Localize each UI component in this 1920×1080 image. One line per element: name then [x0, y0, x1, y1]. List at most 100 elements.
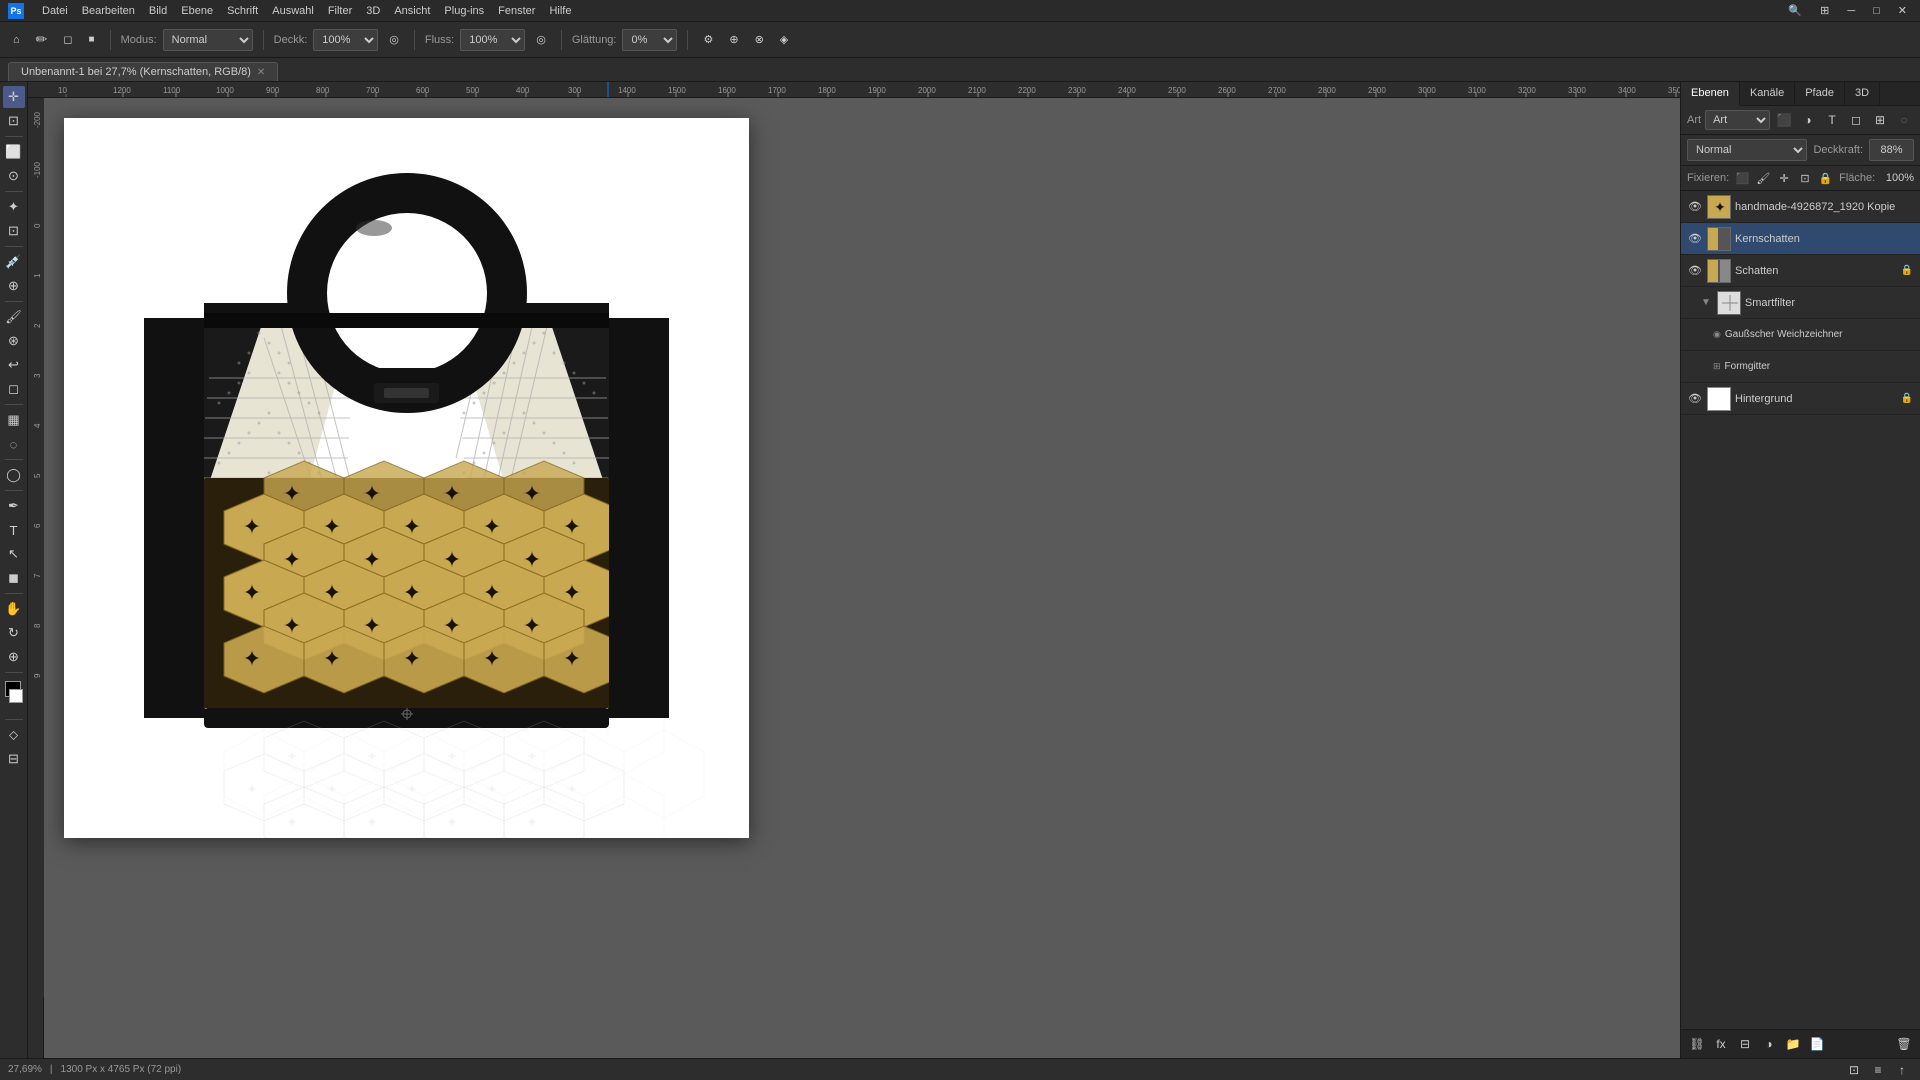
- spot-heal-tool[interactable]: ⊕: [3, 275, 25, 297]
- layer-vis-schatten[interactable]: 👁: [1687, 263, 1703, 279]
- flow-select[interactable]: 100%: [460, 29, 525, 51]
- blur-tool[interactable]: ◌: [3, 433, 25, 455]
- quick-select-tool[interactable]: ✦: [3, 196, 25, 218]
- properties-btn[interactable]: ≡: [1868, 1060, 1888, 1080]
- layer-vis-kernschatten[interactable]: 👁: [1687, 231, 1703, 247]
- tool-option-3[interactable]: ■: [84, 31, 100, 48]
- new-layer-btn[interactable]: 📄: [1807, 1034, 1827, 1054]
- lock-transparent-btn[interactable]: ⬛: [1735, 169, 1750, 187]
- layer-lock-hintergrund[interactable]: 🔒: [1900, 392, 1914, 406]
- lock-artboard-btn[interactable]: ⊡: [1798, 169, 1813, 187]
- menu-fenster[interactable]: Fenster: [498, 5, 535, 17]
- new-group-btn[interactable]: 📁: [1783, 1034, 1803, 1054]
- tab-pfade[interactable]: Pfade: [1795, 82, 1845, 105]
- layer-gauss[interactable]: ◉ Gaußscher Weichzeichner: [1681, 319, 1920, 351]
- lock-pixels-btn[interactable]: 🖌: [1756, 169, 1771, 187]
- filter-smart-btn[interactable]: ⊞: [1870, 110, 1890, 130]
- cc-share-btn[interactable]: ↑: [1892, 1060, 1912, 1080]
- menu-filter[interactable]: Filter: [328, 5, 352, 17]
- lock-position-btn[interactable]: ✛: [1777, 169, 1792, 187]
- layer-kernschatten[interactable]: 👁 Kernschatten: [1681, 223, 1920, 255]
- canvas-area[interactable]: ✦ ✦ ✦ ✦ ✦: [44, 98, 1680, 1058]
- text-tool[interactable]: T: [3, 519, 25, 541]
- opacity-input[interactable]: [1869, 139, 1914, 161]
- blend-mode-select[interactable]: Normal Multiplizieren Bildschirm: [1687, 139, 1807, 161]
- history-brush-tool[interactable]: ↩: [3, 354, 25, 376]
- minimize-btn[interactable]: ─: [1842, 1, 1860, 20]
- background-color[interactable]: [9, 689, 23, 703]
- document-tab[interactable]: Unbenannt-1 bei 27,7% (Kernschatten, RGB…: [8, 62, 278, 81]
- rotate-view-tool[interactable]: ↻: [3, 622, 25, 644]
- dodge-tool[interactable]: ◯: [3, 464, 25, 486]
- tool-option-2[interactable]: ◻: [58, 30, 77, 49]
- filter-toggle-btn[interactable]: ○: [1894, 110, 1914, 130]
- new-fill-btn[interactable]: ◑: [1759, 1034, 1779, 1054]
- menu-hilfe[interactable]: Hilfe: [549, 5, 571, 17]
- menu-bearbeiten[interactable]: Bearbeiten: [82, 5, 135, 17]
- menu-auswahl[interactable]: Auswahl: [272, 5, 314, 17]
- quick-mask-tool[interactable]: ⬦: [3, 724, 25, 746]
- extra-btn[interactable]: ◈: [775, 30, 793, 49]
- maximize-btn[interactable]: □: [1868, 1, 1885, 20]
- tab-close-btn[interactable]: ✕: [257, 67, 265, 78]
- move-tool[interactable]: ✛: [3, 86, 25, 108]
- screen-mode-tool[interactable]: ⊟: [3, 748, 25, 770]
- crop-tool[interactable]: ⊡: [3, 220, 25, 242]
- layer-lock-schatten[interactable]: 🔒: [1900, 264, 1914, 278]
- delete-layer-btn[interactable]: 🗑: [1894, 1034, 1914, 1054]
- menu-3d[interactable]: 3D: [366, 5, 380, 17]
- tab-3d[interactable]: 3D: [1845, 82, 1880, 105]
- mode-select[interactable]: Normal: [163, 29, 253, 51]
- deck-select[interactable]: 100%: [313, 29, 378, 51]
- zoom-tool[interactable]: ⊕: [3, 646, 25, 668]
- artboard-tool[interactable]: ⊡: [3, 110, 25, 132]
- flow-btn[interactable]: ◎: [531, 30, 551, 49]
- shape-tool[interactable]: ◼: [3, 567, 25, 589]
- filter-pixel-btn[interactable]: ⬛: [1774, 110, 1794, 130]
- filter-type-select[interactable]: Art Name Effekt: [1705, 110, 1770, 130]
- layer-smartfilter[interactable]: ▼ Smartfilter: [1681, 287, 1920, 319]
- filter-adjust-btn[interactable]: ◑: [1798, 110, 1818, 130]
- tab-kanaele[interactable]: Kanäle: [1740, 82, 1795, 105]
- settings-btn[interactable]: ⚙: [698, 30, 718, 49]
- lasso-tool[interactable]: ⊙: [3, 165, 25, 187]
- layer-vis-hintergrund[interactable]: 👁: [1687, 391, 1703, 407]
- search-btn[interactable]: 🔍: [1783, 1, 1807, 20]
- timeline-btn[interactable]: ⊡: [1844, 1060, 1864, 1080]
- menu-schrift[interactable]: Schrift: [227, 5, 258, 17]
- menu-ebene[interactable]: Ebene: [181, 5, 213, 17]
- brush-tool-option[interactable]: ✏: [31, 28, 53, 51]
- filter-shape-btn[interactable]: ◻: [1846, 110, 1866, 130]
- layer-formgitter[interactable]: ⊞ Formgitter: [1681, 351, 1920, 383]
- symmetry-btn[interactable]: ⊗: [750, 30, 769, 49]
- close-btn[interactable]: ✕: [1893, 1, 1912, 20]
- gradient-tool[interactable]: ▦: [3, 409, 25, 431]
- menu-ansicht[interactable]: Ansicht: [394, 5, 430, 17]
- menu-bild[interactable]: Bild: [149, 5, 167, 17]
- add-style-btn[interactable]: fx: [1711, 1034, 1731, 1054]
- menu-datei[interactable]: Datei: [42, 5, 68, 17]
- layer-handmade[interactable]: 👁 ✦ handmade-4926872_1920 Kopie: [1681, 191, 1920, 223]
- eyedropper-tool[interactable]: 💉: [3, 251, 25, 273]
- eraser-tool[interactable]: ◻: [3, 378, 25, 400]
- layer-vis-handmade[interactable]: 👁: [1687, 199, 1703, 215]
- stamp-tool[interactable]: ⊛: [3, 330, 25, 352]
- tab-ebenen[interactable]: Ebenen: [1681, 82, 1740, 106]
- link-layers-btn[interactable]: ⛓: [1687, 1034, 1707, 1054]
- lock-all-btn[interactable]: 🔒: [1818, 169, 1833, 187]
- arrange-btn[interactable]: ⊞: [1815, 1, 1834, 20]
- menu-plugins[interactable]: Plug-ins: [444, 5, 484, 17]
- layer-schatten[interactable]: 👁 Schatten 🔒: [1681, 255, 1920, 287]
- home-btn[interactable]: ⌂: [8, 31, 25, 49]
- airbrush-btn[interactable]: ◎: [384, 30, 404, 49]
- select-path-tool[interactable]: ↖: [3, 543, 25, 565]
- add-mask-btn[interactable]: ⊟: [1735, 1034, 1755, 1054]
- angle-btn[interactable]: ⊕: [724, 30, 743, 49]
- smooth-select[interactable]: 0%: [622, 29, 677, 51]
- filter-text-btn[interactable]: T: [1822, 110, 1842, 130]
- pen-tool[interactable]: ✒: [3, 495, 25, 517]
- brush-tool[interactable]: 🖌: [3, 306, 25, 328]
- layer-hintergrund[interactable]: 👁 Hintergrund 🔒: [1681, 383, 1920, 415]
- selection-tool[interactable]: ⬜: [3, 141, 25, 163]
- hand-tool[interactable]: ✋: [3, 598, 25, 620]
